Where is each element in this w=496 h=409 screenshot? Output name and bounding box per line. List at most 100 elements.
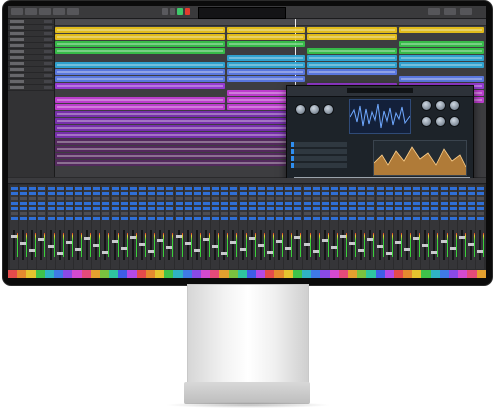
plugin-slot[interactable]: [184, 207, 192, 210]
plugin-slot[interactable]: [148, 212, 156, 215]
plugin-slot[interactable]: [175, 207, 183, 210]
plugin-slot[interactable]: [376, 217, 384, 220]
plugin-slot[interactable]: [340, 207, 348, 210]
plugin-slot[interactable]: [285, 192, 293, 195]
plugin-slot[interactable]: [129, 202, 137, 205]
plugin-slot[interactable]: [340, 192, 348, 195]
audio-region[interactable]: [307, 55, 397, 61]
plugin-slot[interactable]: [312, 187, 320, 190]
plugin-slot[interactable]: [367, 202, 375, 205]
plugin-slot[interactable]: [376, 202, 384, 205]
osc-knob[interactable]: [295, 104, 306, 115]
plugin-slot[interactable]: [394, 202, 402, 205]
plugin-slot[interactable]: [303, 212, 311, 215]
audio-region[interactable]: [55, 146, 293, 152]
plugin-slot[interactable]: [413, 202, 421, 205]
mod-slot[interactable]: [291, 163, 347, 168]
plugin-slot[interactable]: [422, 212, 430, 215]
plugin-slot[interactable]: [157, 202, 165, 205]
plugin-slot[interactable]: [349, 187, 357, 190]
channel-strip[interactable]: [211, 185, 220, 269]
plugin-slot[interactable]: [239, 192, 247, 195]
channel-name-label[interactable]: [17, 270, 27, 278]
plugin-slot[interactable]: [367, 217, 375, 220]
plugin-slot[interactable]: [93, 212, 101, 215]
channel-strip[interactable]: [339, 185, 348, 269]
audio-region[interactable]: [307, 34, 397, 40]
plugin-slot[interactable]: [266, 207, 274, 210]
plugin-slot[interactable]: [221, 197, 229, 200]
plugin-slot[interactable]: [276, 212, 284, 215]
audio-region[interactable]: [55, 153, 293, 159]
channel-strip[interactable]: [147, 185, 156, 269]
channel-name-label[interactable]: [145, 270, 155, 278]
plugin-slot[interactable]: [440, 217, 448, 220]
channel-strip[interactable]: [156, 185, 165, 269]
plugin-slot[interactable]: [221, 187, 229, 190]
channel-name-label[interactable]: [200, 270, 211, 278]
plugin-slot[interactable]: [166, 212, 174, 215]
plugin-slot[interactable]: [212, 192, 220, 195]
plugin-slot[interactable]: [340, 187, 348, 190]
plugin-slot[interactable]: [449, 212, 457, 215]
plugin-slot[interactable]: [376, 207, 384, 210]
plugin-slot[interactable]: [266, 197, 274, 200]
plugin-slot[interactable]: [74, 217, 82, 220]
plugin-slot[interactable]: [184, 197, 192, 200]
plugin-slot[interactable]: [358, 212, 366, 215]
plugin-slot[interactable]: [93, 192, 101, 195]
plugin-slot[interactable]: [148, 217, 156, 220]
loop-browser-button[interactable]: [460, 8, 472, 15]
plugin-slot[interactable]: [157, 212, 165, 215]
plugin-slot[interactable]: [394, 212, 402, 215]
plugin-slot[interactable]: [74, 197, 82, 200]
plugin-slot[interactable]: [239, 197, 247, 200]
plugin-slot[interactable]: [404, 207, 412, 210]
plugin-slot[interactable]: [431, 217, 439, 220]
plugin-slot[interactable]: [458, 202, 466, 205]
channel-name-label[interactable]: [63, 270, 73, 278]
plugin-slot[interactable]: [120, 217, 128, 220]
plugin-slot[interactable]: [303, 217, 311, 220]
audio-region[interactable]: [307, 48, 397, 54]
plugin-slot[interactable]: [367, 207, 375, 210]
plugin-slot[interactable]: [175, 197, 183, 200]
plugin-slot[interactable]: [239, 212, 247, 215]
rewind-icon[interactable]: [162, 8, 168, 15]
plugin-slot[interactable]: [458, 197, 466, 200]
audio-region[interactable]: [307, 69, 397, 75]
plugin-slot[interactable]: [358, 217, 366, 220]
plugin-slot[interactable]: [468, 187, 476, 190]
plugin-slot[interactable]: [193, 197, 201, 200]
audio-region[interactable]: [55, 76, 225, 82]
plugin-slot[interactable]: [266, 192, 274, 195]
channel-name-label[interactable]: [476, 270, 486, 278]
plugin-slot[interactable]: [138, 207, 146, 210]
plugin-slot[interactable]: [157, 197, 165, 200]
plugin-slot[interactable]: [404, 192, 412, 195]
plugin-slot[interactable]: [93, 217, 101, 220]
plugin-slot[interactable]: [239, 207, 247, 210]
channel-name-label[interactable]: [393, 270, 404, 278]
plugin-slot[interactable]: [230, 212, 238, 215]
channel-name-label[interactable]: [256, 270, 266, 278]
plugin-slot[interactable]: [367, 187, 375, 190]
plugin-slot[interactable]: [248, 192, 256, 195]
plugin-slot[interactable]: [376, 212, 384, 215]
timeline-ruler[interactable]: [55, 19, 486, 26]
channel-name-label[interactable]: [72, 270, 82, 278]
plugin-slot[interactable]: [29, 197, 37, 200]
plugin-slot[interactable]: [449, 207, 457, 210]
channel-strip[interactable]: [256, 185, 265, 269]
plugin-slot[interactable]: [413, 207, 421, 210]
plugin-slot[interactable]: [458, 207, 466, 210]
plugin-slot[interactable]: [404, 187, 412, 190]
plugin-slot[interactable]: [239, 187, 247, 190]
plugin-slot[interactable]: [166, 202, 174, 205]
plugin-slot[interactable]: [431, 212, 439, 215]
channel-name-label[interactable]: [210, 270, 220, 278]
plugin-slot[interactable]: [29, 187, 37, 190]
plugin-slot[interactable]: [248, 207, 256, 210]
plugin-slot[interactable]: [230, 197, 238, 200]
cutoff-knob[interactable]: [421, 100, 432, 111]
